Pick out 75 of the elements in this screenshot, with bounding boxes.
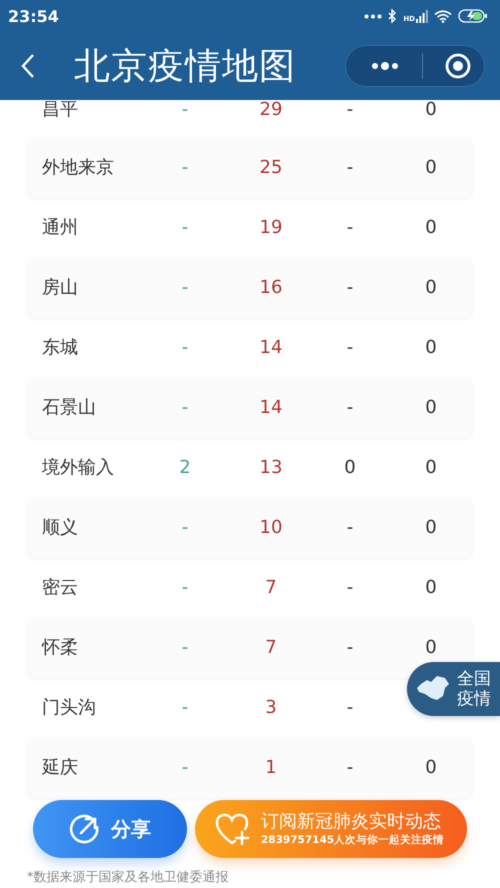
table-cell-text: -: [180, 158, 190, 178]
table-cell-text: -: [180, 398, 190, 418]
share-button[interactable]: 分享: [33, 800, 187, 858]
district-name: 门头沟: [42, 698, 97, 718]
table-cell-text: -: [180, 758, 190, 778]
table-cell-text: 14: [258, 338, 284, 358]
table-cell-text: -: [346, 638, 354, 658]
back-button[interactable]: [20, 52, 36, 80]
table-cell-text: -: [346, 278, 354, 298]
table-cell-text: -: [346, 100, 354, 120]
close-button[interactable]: [445, 53, 471, 79]
table-cell-text: 29: [258, 100, 284, 120]
table-cell-text: 0: [424, 100, 438, 120]
district-name: 延庆: [42, 758, 79, 778]
district-name: 通州: [42, 218, 79, 238]
table-cell-text: 0: [424, 158, 438, 178]
table-cell-text: 16: [258, 278, 284, 298]
table-cell-text: 0: [424, 398, 438, 418]
district-name: 东城: [42, 338, 79, 358]
table-cell-text: -: [346, 338, 354, 358]
table-cell-text: -: [346, 698, 354, 718]
table-cell-text: -: [180, 698, 190, 718]
table-cell-text: -: [180, 518, 190, 538]
table-cell-text: 0: [424, 638, 438, 658]
table-cell-text: -: [180, 100, 190, 120]
table-cell-text: -: [346, 758, 354, 778]
table-cell-text: -: [346, 398, 354, 418]
table-cell-text: 0: [343, 458, 357, 478]
table-cell-text: 3: [264, 698, 278, 718]
table-cell-text: -: [180, 638, 190, 658]
wifi-icon: [434, 10, 452, 22]
district-name: 密云: [42, 578, 79, 598]
table-cell-text: 7: [264, 638, 278, 658]
table-cell-text: -: [180, 578, 190, 598]
table-cell-text: 0: [424, 458, 438, 478]
more-icon: [364, 14, 382, 18]
table-cell-text: 14: [258, 398, 284, 418]
page-title: 北京疫情地图: [74, 44, 296, 88]
district-name: 顺义: [42, 518, 79, 538]
table-cell-text: 0: [424, 338, 438, 358]
bluetooth-icon: [388, 9, 398, 23]
data-source-note: *数据来源于国家及各地卫健委通报: [27, 870, 230, 886]
table-cell-text: 2: [178, 458, 192, 478]
table-cell-text: 13: [258, 458, 284, 478]
table-cell-text: 0: [424, 758, 438, 778]
table-cell-text: -: [346, 158, 354, 178]
signal-icon: [416, 9, 428, 23]
table-cell-text: 19: [258, 218, 284, 238]
table-cell-text: 10: [258, 518, 284, 538]
table-cell-text: 0: [424, 218, 438, 238]
district-name: 昌平: [42, 100, 79, 120]
district-name: 石景山: [42, 398, 97, 418]
subscribe-button[interactable]: 订阅新冠肺炎实时动态 2839757145人次与你一起关注疫情: [195, 800, 467, 858]
table-cell-text: -: [180, 218, 190, 238]
battery-charging-icon: [458, 9, 488, 23]
table-cell-text: 7: [264, 578, 278, 598]
table-cell-text: -: [180, 278, 190, 298]
share-icon: [69, 813, 101, 845]
district-name: 外地来京: [42, 158, 115, 178]
status-time: 23:54: [8, 6, 59, 26]
district-name: 境外输入: [42, 458, 115, 478]
table-cell-text: -: [346, 518, 354, 538]
district-name: 怀柔: [42, 638, 79, 658]
national-map-button[interactable]: 全国疫情: [407, 662, 500, 716]
heart-plus-icon: [215, 812, 251, 846]
table-cell-text: -: [346, 578, 354, 598]
table-cell-text: 1: [264, 758, 278, 778]
more-button[interactable]: [370, 61, 400, 71]
table-cell-text: 25: [258, 158, 284, 178]
table-cell-text: 0: [424, 578, 438, 598]
district-name: 房山: [42, 278, 79, 298]
table-cell-text: -: [346, 218, 354, 238]
table-cell-text: 0: [424, 518, 438, 538]
table-cell-text: 0: [424, 278, 438, 298]
table-cell-text: -: [180, 338, 190, 358]
